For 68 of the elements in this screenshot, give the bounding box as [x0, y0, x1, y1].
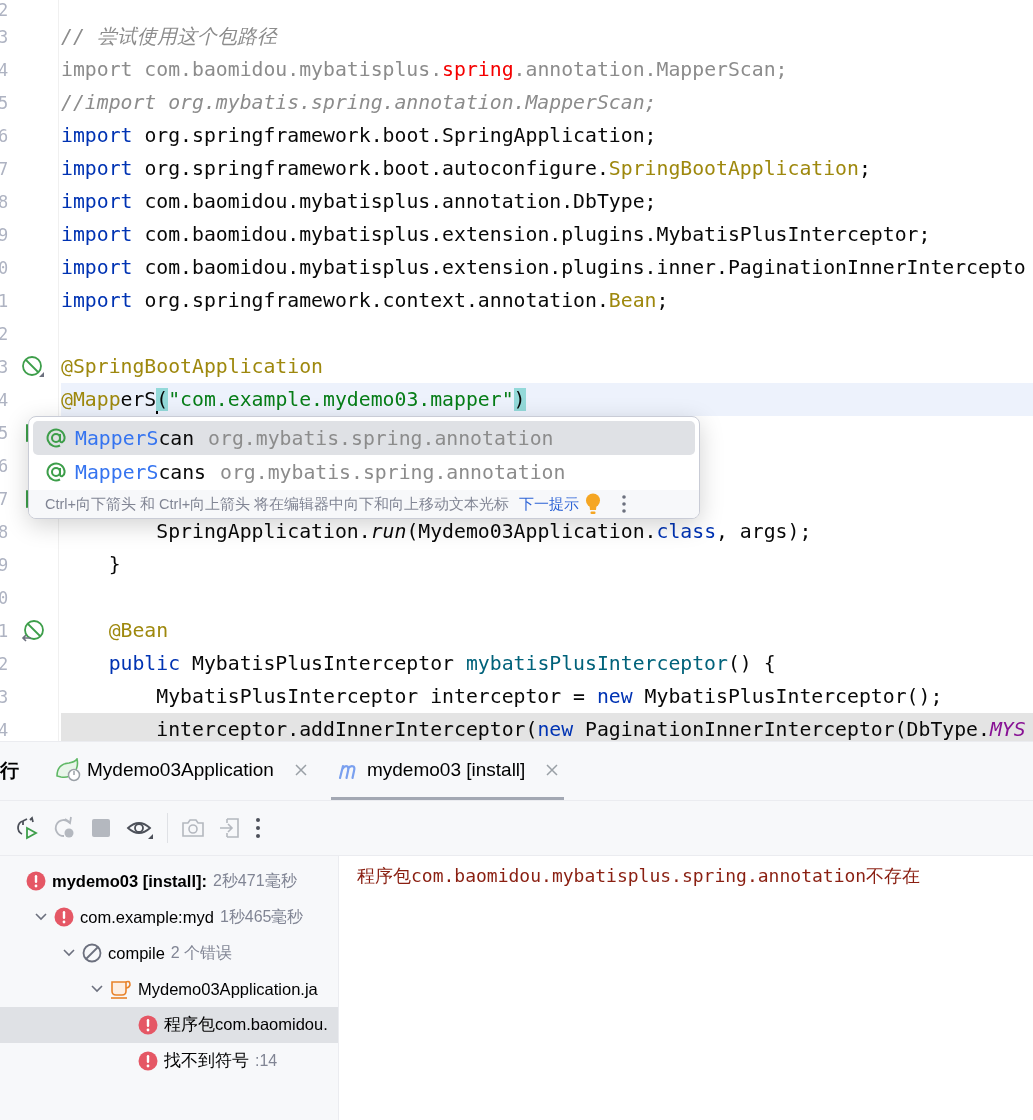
code-line: @MapperS("com.example.mydemo03.mapper") — [61, 383, 1033, 416]
more-icon[interactable] — [621, 494, 628, 514]
cup-icon — [110, 979, 132, 999]
annotation-icon — [46, 428, 66, 448]
line-number: 5 — [0, 422, 8, 443]
code-line: import org.springframework.boot.autoconfigure.SpringBootApplication; — [61, 156, 872, 182]
run-tab[interactable]: Mydemo03Application — [49, 742, 313, 800]
run-tab[interactable]: mydemo03 [install] — [330, 742, 565, 800]
line-number: 2 — [0, 1, 8, 20]
completion-item[interactable]: MapperScan org.mybatis.spring.annotation — [33, 421, 695, 455]
line-number: 2 — [0, 323, 8, 344]
tree-label: 程序包com.baomidou. — [164, 1014, 328, 1035]
tree-label: com.example:myd — [80, 907, 214, 927]
tree-item[interactable]: mydemo03 [install]: 2秒471毫秒 — [0, 863, 338, 899]
completion-item[interactable]: MapperScans org.mybatis.spring.annotation — [33, 455, 695, 489]
code-line: import org.springframework.context.annotation.Bean; — [61, 288, 670, 314]
line-number: 5 — [0, 92, 8, 113]
code-line: } — [107, 552, 122, 578]
line-number: 3 — [0, 356, 8, 377]
bean-icon[interactable] — [21, 618, 45, 643]
tree-label: 找不到符号 — [164, 1050, 249, 1071]
tree-label: mydemo03 [install]: — [52, 871, 207, 891]
duration-text: 2 个错误 — [170, 942, 233, 963]
code-line: import com.baomidou.mybatisplus.extension.plugins.inner.PaginationInnerIntercepto — [61, 255, 1027, 281]
annotation-icon — [46, 462, 66, 482]
line-number: 3 — [0, 26, 8, 47]
hint-text: Ctrl+向下箭头 和 Ctrl+向上箭头 将在编辑器中向下和向上移动文本光标 — [45, 494, 510, 514]
error-message: 程序包com.baomidou.mybatisplus.spring.annotation不存在 — [357, 866, 921, 886]
code-line: @Bean — [107, 618, 170, 644]
code-line: public MybatisPlusInterceptor mybatisPlusInterceptor() { — [107, 651, 777, 677]
code-line: interceptor.addInnerInterceptor(new PaginationInnerInterceptor(DbType.MYS — [155, 717, 1027, 741]
lightbulb-icon — [585, 493, 602, 515]
line-number: 7 — [0, 158, 8, 179]
code-line: @SpringBootApplication — [61, 354, 324, 380]
code-line: import org.springframework.boot.SpringApplication; — [61, 123, 658, 149]
tree-item[interactable]: Mydemo03Application.ja — [0, 971, 338, 1007]
tree-label: Mydemo03Application.ja — [138, 979, 318, 999]
tree-item[interactable]: compile 2 个错误 — [0, 935, 338, 971]
error-icon — [138, 1051, 158, 1071]
duration-text: 2秒471毫秒 — [212, 870, 297, 891]
tree-item[interactable]: 找不到符号 :14 — [0, 1043, 338, 1079]
skipped-icon — [82, 943, 102, 963]
tree-item[interactable]: com.example:myd 1秒465毫秒 — [0, 899, 338, 935]
close-icon[interactable] — [294, 763, 307, 776]
code-line: MybatisPlusInterceptor interceptor = new MybatisPlusInterceptor(); — [155, 684, 944, 710]
line-number: 7 — [0, 488, 8, 509]
error-icon — [26, 871, 46, 891]
close-icon[interactable] — [546, 763, 559, 776]
leaf-icon — [55, 757, 81, 782]
line-number: 1 — [0, 290, 8, 311]
duration-text: 1秒465毫秒 — [219, 906, 304, 927]
line-number: 3 — [0, 686, 8, 707]
error-icon — [138, 1015, 158, 1035]
code-line: //import org.mybatis.spring.annotation.MapperScan; — [61, 90, 658, 116]
bean-icon[interactable] — [21, 354, 45, 379]
code-line: // 尝试使用这个包路径 — [61, 24, 279, 50]
code-line: import com.baomidou.mybatisplus.spring.annotation.MapperScan; — [61, 57, 789, 83]
line-number: 1 — [0, 620, 8, 641]
next-tip-link[interactable]: 下一提示 — [519, 494, 580, 514]
line-number: 2 — [0, 653, 8, 674]
code-line: SpringApplication.run(Mydemo03Application.class, args); — [155, 519, 813, 545]
tree-item[interactable]: 程序包com.baomidou. — [0, 1007, 338, 1043]
tree-label: compile — [108, 943, 165, 963]
panel-title: 行 — [0, 759, 19, 783]
code-line: import com.baomidou.mybatisplus.extension.plugins.MybatisPlusInterceptor; — [61, 222, 932, 248]
code-line: import com.baomidou.mybatisplus.annotation.DbType; — [61, 189, 658, 215]
error-icon — [54, 907, 74, 927]
duration-text: :14 — [255, 1052, 278, 1070]
